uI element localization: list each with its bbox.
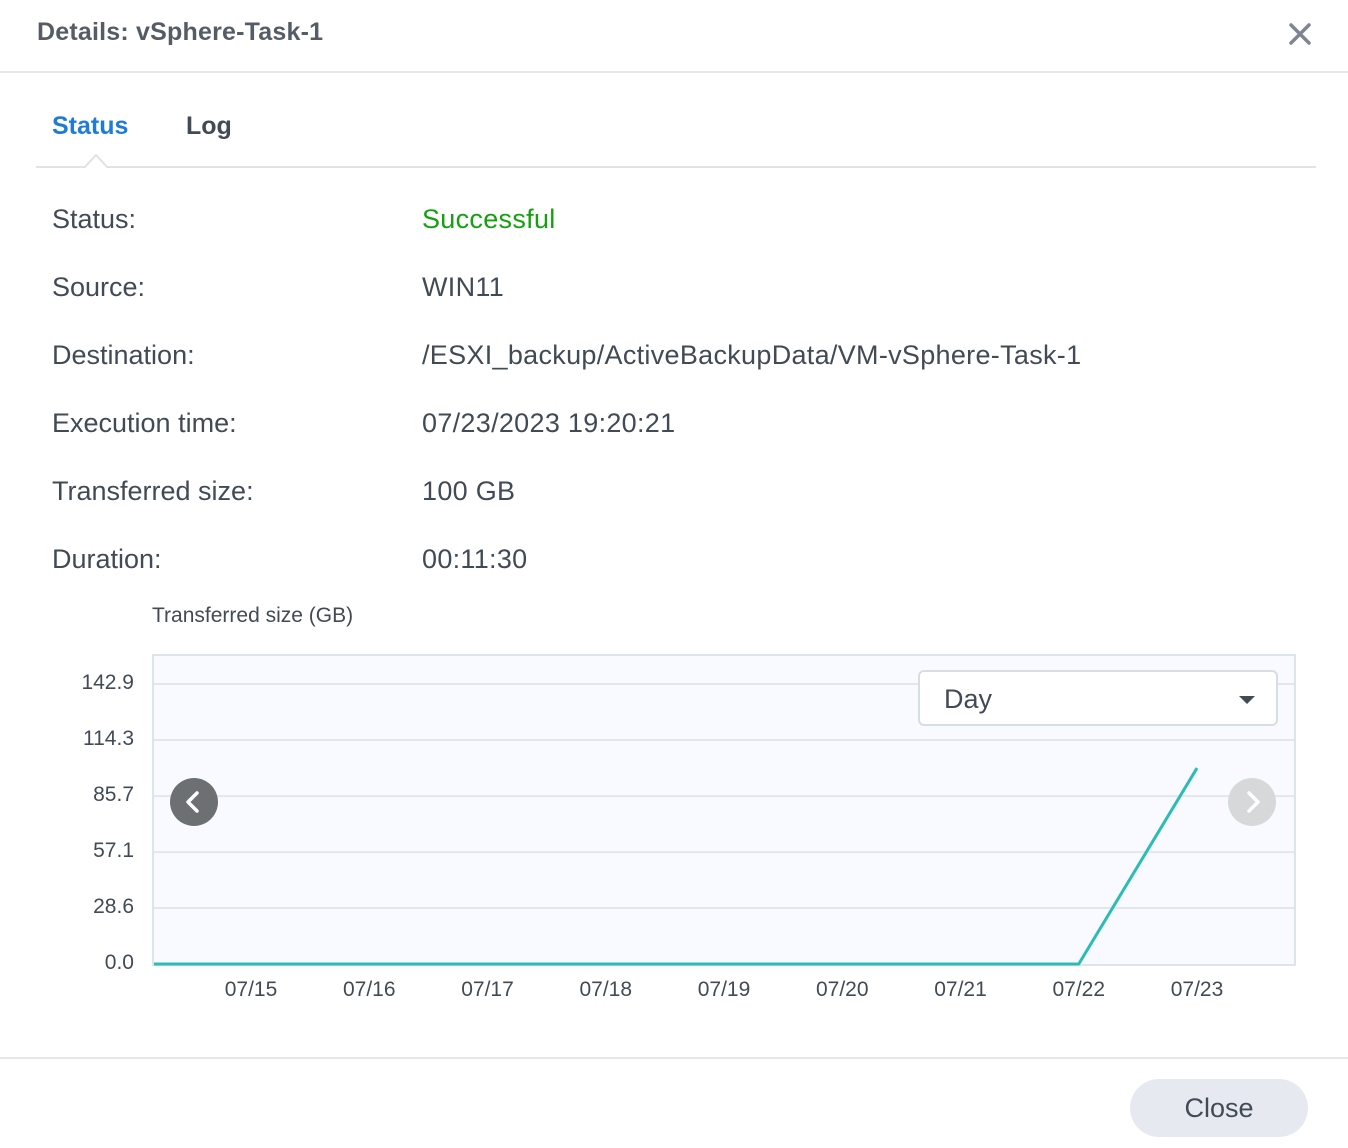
duration-label: Duration: [52,544,162,574]
status-label: Status: [52,204,137,234]
y-tick-label: 85.7 [93,783,134,807]
execution-time-label: Execution time: [52,408,237,438]
y-tick-label: 0.0 [104,951,134,974]
y-tick-label: 28.6 [93,894,134,918]
x-tick-label: 07/20 [815,978,869,1001]
x-tick-label: 07/16 [342,978,396,1001]
y-tick-label: 114.3 [83,727,134,751]
source-label: Source: [52,272,146,302]
x-tick-label: 07/22 [1052,978,1106,1001]
execution-time-value: 07/23/2023 19:20:21 [422,408,676,438]
x-tick-label: 07/23 [1170,978,1224,1001]
x-tick-label: 07/15 [224,978,278,1001]
x-tick-label: 07/18 [579,978,633,1001]
close-icon[interactable] [1284,18,1316,50]
range-select-value: Day [944,684,993,714]
destination-row: Destination: /ESXI_backup/ActiveBackupDa… [52,340,1302,376]
caret-down-icon [1239,696,1255,704]
chart-y-axis-title: Transferred size (GB) [152,604,354,627]
destination-value: /ESXI_backup/ActiveBackupData/VM-vSphere… [422,340,1082,370]
transferred-size-label: Transferred size: [52,476,254,506]
y-tick-label: 142.9 [81,671,134,694]
chevron-left-icon [186,791,199,813]
dialog-titlebar: Details: vSphere-Task-1 [0,0,1348,73]
y-tick-label: 57.1 [93,839,134,863]
x-tick-label: 07/17 [461,978,514,1001]
chart-next-button[interactable] [1228,778,1276,826]
duration-value: 00:11:30 [422,544,528,574]
tab-bar: Status Log [36,100,1316,168]
source-value: WIN11 [422,272,505,302]
execution-time-row: Execution time: 07/23/2023 19:20:21 [52,408,1302,444]
transferred-size-value: 100 GB [422,476,516,506]
status-value: Successful [422,204,556,234]
chart-prev-button[interactable] [170,778,218,826]
x-tick-label: 07/19 [697,978,751,1001]
range-select[interactable]: Day [918,670,1278,726]
source-row: Source: WIN11 [52,272,1302,308]
destination-label: Destination: [52,340,195,370]
chevron-right-icon [1247,791,1260,813]
dialog-footer: Close [0,1057,1348,1148]
status-row: Status: Successful [52,204,1302,240]
duration-row: Duration: 00:11:30 [52,544,1302,580]
tab-status[interactable]: Status [52,112,128,141]
close-button[interactable]: Close [1130,1079,1308,1137]
transferred-size-row: Transferred size: 100 GB [52,476,1302,512]
dialog-title: Details: vSphere-Task-1 [37,18,324,46]
active-tab-indicator [84,153,108,168]
x-tick-label: 07/21 [934,978,987,1001]
tab-log[interactable]: Log [186,112,232,141]
